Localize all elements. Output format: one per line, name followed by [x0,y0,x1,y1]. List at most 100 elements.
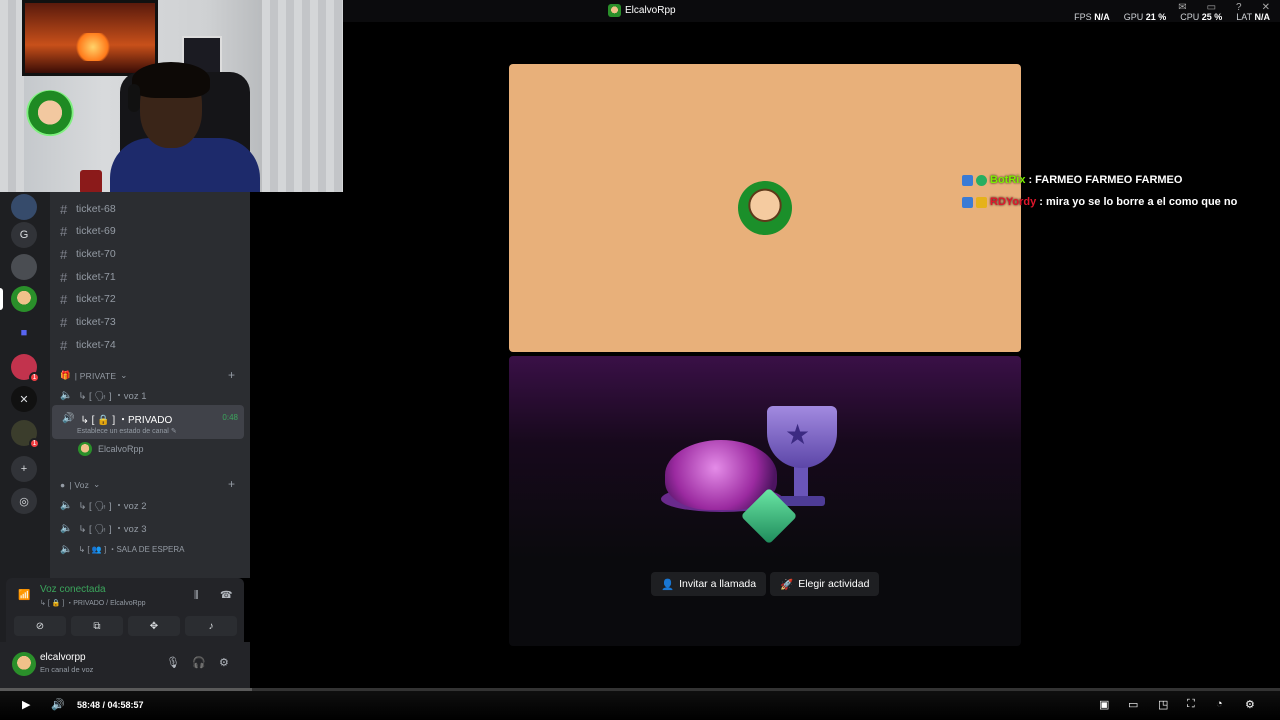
server-icon[interactable]: 1 [11,354,40,383]
hash-icon: # [60,223,68,239]
explore-icon[interactable]: ◎ [11,488,37,514]
server-icon[interactable] [11,194,37,220]
hash-icon: # [60,337,68,353]
streamer-hair [132,62,210,98]
trophy-stem [794,466,808,498]
folder-icon[interactable]: ■ [11,320,37,346]
voice-connected-channel[interactable]: ↳ [ 🔒 ] ・PRIVADO / ElcalvoRpp [40,598,145,608]
play-icon[interactable]: ▶ [22,698,30,711]
selected-indicator [0,288,3,310]
add-channel-icon[interactable]: + [228,368,235,382]
speaker-icon: 🔈 [60,522,73,534]
server-icon[interactable]: ✕ [11,386,37,412]
signal-icon[interactable]: 📶 [18,590,30,601]
category-voz[interactable]: ● | Voz ⌄ [60,479,100,490]
window-title-text: ElcalvoRpp [625,5,676,16]
voice-channel[interactable]: 🔈 ↳ [ 🗣 ] ・voz 3 [60,521,147,536]
window-title: ElcalvoRpp [608,4,676,17]
text-channel[interactable]: # ticket-74 [60,335,116,355]
mention-badge: 1 [29,372,40,383]
text-channel[interactable]: # ticket-69 [60,221,116,241]
voice-channel[interactable]: 🔈 ↳ [ 👥 ] ・SALA DE ESPERA [60,544,184,555]
platform-icon [962,174,973,186]
text-channel[interactable]: # ticket-72 [60,289,116,309]
voice-channel[interactable]: 🔈 ↳ [ 🗣 ] ・voz 2 [60,498,147,513]
gear-icon[interactable]: ⚙ [219,656,229,669]
webcam-overlay [0,0,343,192]
voice-channel[interactable]: 🔈 ↳ [ 🗣 ] ・voz 1 [60,388,147,403]
server-icon[interactable] [11,286,37,312]
text-channel[interactable]: # ticket-73 [60,312,116,332]
choose-activity-button[interactable]: 🚀 Elegir actividad [770,572,880,596]
hash-icon: # [60,314,68,330]
soundboard-icon: ♪ [208,620,214,632]
chat-message: BotRix : FARMEO FARMEO FARMEO [962,174,1182,186]
user-avatar [738,181,792,235]
camera-off-icon: ⊘ [35,620,45,632]
text-channel[interactable]: # ticket-68 [60,199,116,219]
wall-panel [262,0,343,192]
server-icon[interactable] [11,254,37,280]
pip-icon[interactable]: ◳ [1158,698,1168,711]
pencil-icon: ✎ [170,428,177,435]
user-avatar[interactable] [12,652,36,676]
rocket-icon: 🚀 [780,578,794,591]
settings-icon[interactable]: ⚙ [1245,698,1255,711]
progress-bar[interactable] [0,688,1280,691]
headset [128,84,140,112]
speed-icon[interactable]: ◔ [1216,698,1223,710]
chat-username: RDYordy [990,196,1037,208]
add-user-icon: 👤 [661,578,675,591]
voice-connection-panel: 📶 Voz conectada ↳ [ 🔒 ] ・PRIVADO / Elcal… [6,578,244,642]
add-server-icon[interactable]: + [11,456,37,482]
miniplayer-icon[interactable]: ▣ [1099,698,1109,711]
camera-off-button[interactable]: ⊘ [14,616,66,636]
tv-screen [22,0,158,76]
soundboard-button[interactable]: ♪ [185,616,237,636]
chat-username: BotRix [990,174,1026,186]
activity-button[interactable]: ✥ [128,616,180,636]
server-icon[interactable]: G [11,222,37,248]
video-player-bar [0,688,1280,720]
voice-participant[interactable]: ElcalvoRpp [78,442,144,456]
hash-icon: # [60,201,68,217]
verified-icon [976,174,987,186]
screen-share-button[interactable]: ⧉ [71,616,123,636]
crown-icon [976,196,987,208]
user-status: En canal de voz [40,665,94,674]
invite-to-call-button[interactable]: 👤 Invitar a llamada [651,572,767,596]
headphones-icon[interactable]: 🎧 [192,656,206,669]
theater-icon[interactable]: ▭ [1128,698,1138,711]
activity-buttons: 👤 Invitar a llamada 🚀 Elegir actividad [651,572,880,596]
chat-text: : FARMEO FARMEO FARMEO [1028,174,1183,186]
volume-icon[interactable]: 🔊 [51,698,65,711]
channel-status-prompt[interactable]: Establece un estado de canal ✎ [77,427,177,435]
speaker-icon: 🔈 [60,499,73,511]
hash-icon: # [60,269,68,285]
dot-icon: ● [60,479,66,490]
text-channel[interactable]: # ticket-70 [60,244,116,264]
invite-label: Invitar a llamada [679,578,757,590]
chevron-down-icon: ⌄ [120,370,128,380]
active-voice-channel[interactable]: 🔊 ↳ [ 🔒 ] ・PRIVADO 0:48 Establece un esta… [52,405,244,439]
screen-share-icon: ⧉ [93,620,101,632]
activity-panel: ★ 👤 Invitar a llamada 🚀 Elegir actividad [509,356,1021,646]
username[interactable]: elcalvorpp [40,652,86,663]
platform-icon [962,196,973,208]
voice-user-tile[interactable] [509,64,1021,352]
voice-connected-title[interactable]: Voz conectada [40,584,106,595]
server-icon[interactable]: 1 [11,420,40,449]
category-private[interactable]: 🎁 | PRIVATE ⌄ [60,370,128,381]
noise-suppression-icon[interactable]: ⫼ [194,590,199,601]
text-channel[interactable]: # ticket-71 [60,267,116,287]
gift-icon: 🎁 [60,370,71,380]
fps-stat: FPS N/A [1074,12,1110,22]
add-channel-icon[interactable]: + [228,477,235,491]
microphone-icon[interactable]: 🎙 [166,656,180,669]
activity-icon: ✥ [149,620,159,632]
voice-action-buttons: ⊘ ⧉ ✥ ♪ [14,616,237,636]
fullscreen-icon[interactable]: ⛶ [1187,698,1195,711]
progress-fill [0,688,253,691]
speaker-icon: 🔈 [60,389,73,401]
disconnect-icon[interactable]: ☎ [220,590,232,601]
